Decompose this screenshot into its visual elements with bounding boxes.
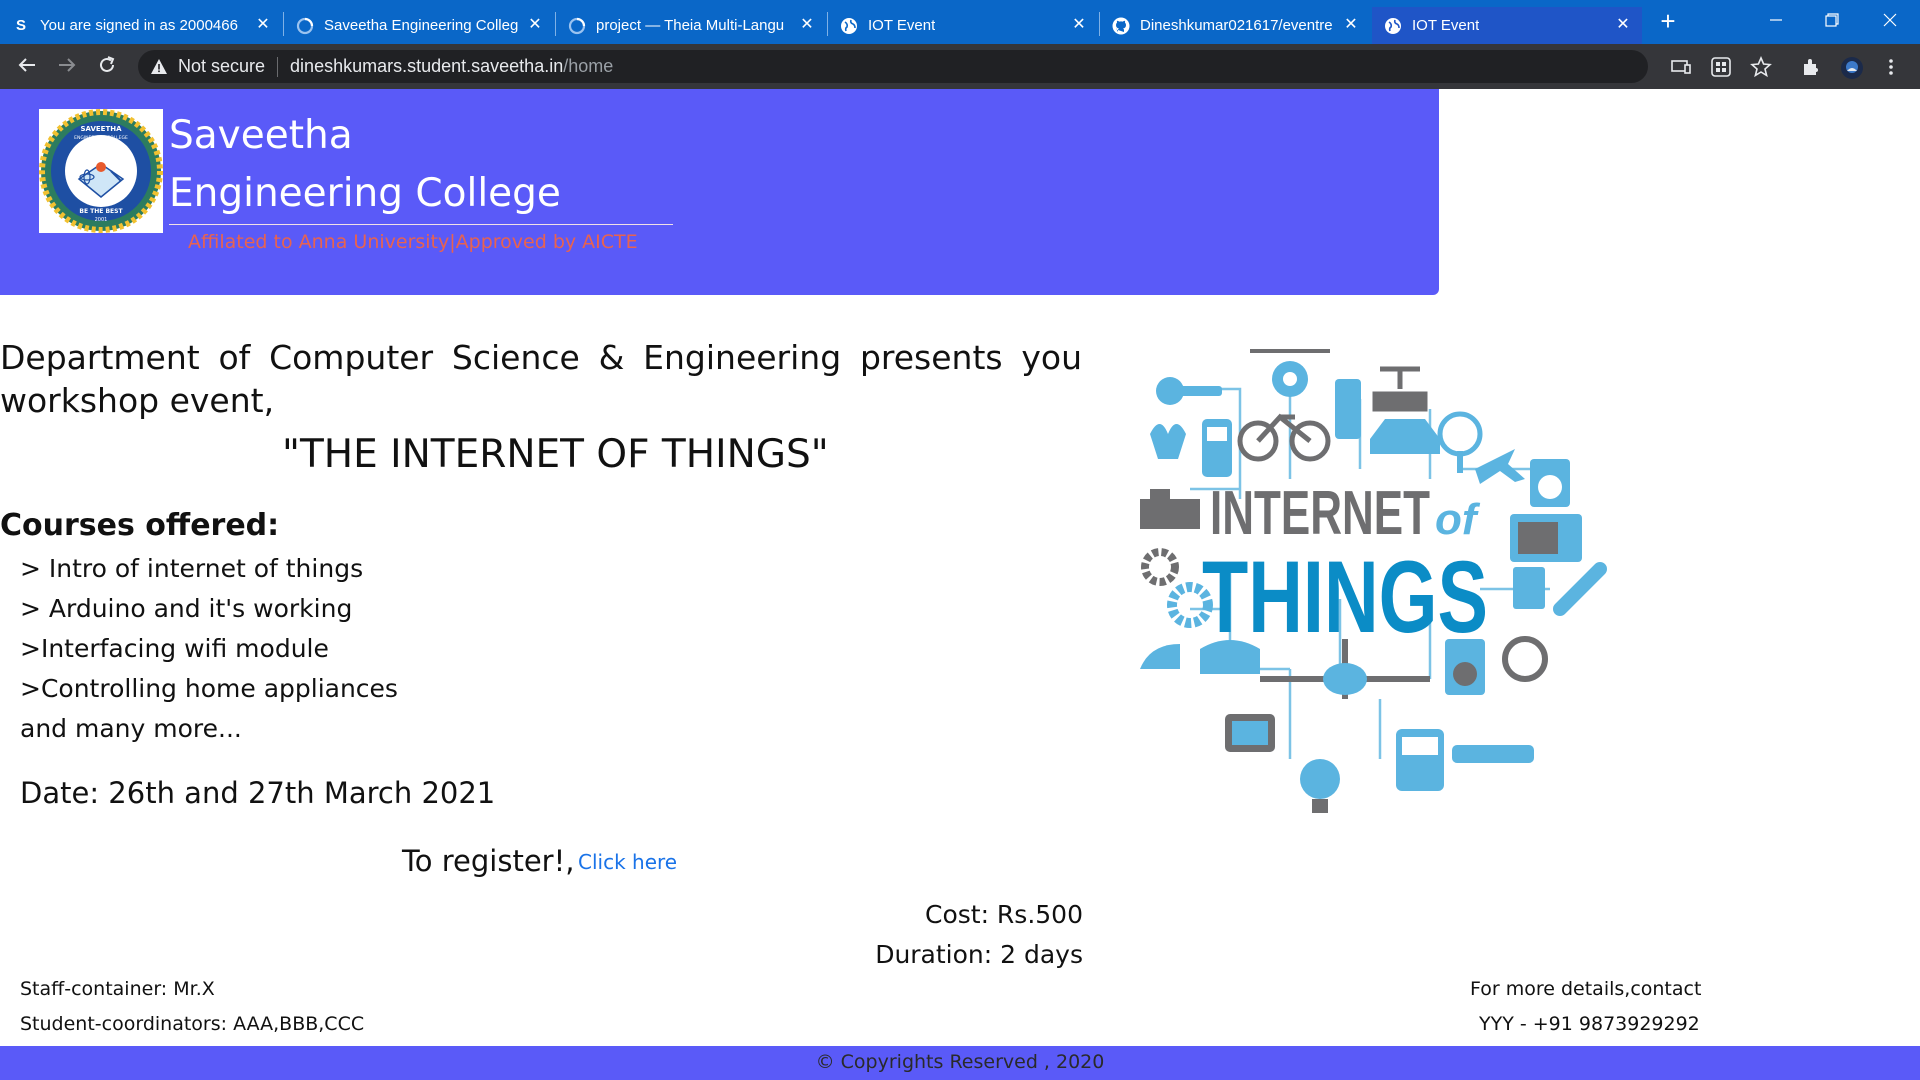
globe-icon bbox=[840, 17, 858, 35]
college-tagline: Affilated to Anna University|Approved by… bbox=[188, 231, 638, 253]
course-item: >Controlling home appliances bbox=[20, 674, 398, 703]
tab-title: project — Theia Multi-Langu bbox=[596, 17, 785, 34]
event-date: Date: 26th and 27th March 2021 bbox=[20, 776, 496, 810]
trash-icon bbox=[1513, 567, 1545, 609]
tab-title: Saveetha Engineering Colleg bbox=[324, 17, 519, 34]
tab-signed-in[interactable]: S You are signed in as 2000466 ✕ bbox=[0, 7, 282, 44]
s-letter-icon: S bbox=[15, 17, 26, 34]
header-divider bbox=[169, 224, 673, 225]
gear-icon bbox=[1141, 548, 1179, 586]
restore-button[interactable] bbox=[1804, 0, 1860, 40]
browser-tab-bar: S You are signed in as 2000466 ✕ Saveeth… bbox=[0, 0, 1920, 44]
url-path: /home bbox=[563, 56, 614, 76]
logo-year: 2001 bbox=[95, 217, 108, 223]
faucet-icon bbox=[1372, 366, 1428, 412]
tab-title: You are signed in as 2000466 bbox=[40, 17, 238, 34]
loading-icon bbox=[296, 17, 314, 35]
tab-iot-event[interactable]: IOT Event ✕ bbox=[828, 7, 1098, 44]
train-icon bbox=[1140, 489, 1200, 529]
browser-toolbar: Not secure dineshkumars.student.saveetha… bbox=[0, 44, 1920, 89]
iot-word-of: of bbox=[1435, 495, 1481, 544]
security-label[interactable]: Not secure bbox=[178, 56, 265, 77]
iot-illustration: INTERNET of THINGS bbox=[1130, 339, 1620, 859]
student-coordinators: Student-coordinators: AAA,BBB,CCC bbox=[20, 1013, 365, 1035]
tab-saveetha[interactable]: Saveetha Engineering Colleg ✕ bbox=[284, 7, 554, 44]
close-icon[interactable]: ✕ bbox=[1070, 16, 1088, 34]
plant-icon bbox=[1150, 424, 1186, 459]
intro-text: Department of Computer Science & Enginee… bbox=[0, 338, 1082, 420]
contact-phone: YYY - +91 9873929292 bbox=[1479, 1013, 1700, 1035]
register-link[interactable]: Click here bbox=[578, 847, 677, 877]
key-icon bbox=[1156, 377, 1184, 405]
fan-icon bbox=[1437, 411, 1483, 457]
close-icon[interactable]: ✕ bbox=[1342, 16, 1360, 34]
event-duration: Duration: 2 days bbox=[875, 940, 1083, 969]
college-logo: SAVEETHA ENGINEERING COLLEGE BE THE BEST… bbox=[39, 109, 163, 233]
site-header: SAVEETHA ENGINEERING COLLEGE BE THE BEST… bbox=[0, 89, 1439, 295]
remote-icon bbox=[1553, 562, 1607, 616]
tab-title: IOT Event bbox=[1412, 17, 1480, 34]
iot-word-internet: INTERNET bbox=[1210, 479, 1430, 548]
close-icon[interactable]: ✕ bbox=[798, 16, 816, 34]
event-cost: Cost: Rs.500 bbox=[924, 900, 1083, 929]
event-title: "THE INTERNET OF THINGS" bbox=[282, 432, 829, 477]
close-icon[interactable]: ✕ bbox=[526, 16, 544, 34]
iot-word-things: THINGS bbox=[1202, 540, 1488, 654]
reload-icon[interactable] bbox=[94, 54, 120, 80]
staff-info: Staff-container: Mr.X bbox=[20, 978, 215, 1000]
tab-title: Dineshkumar021617/eventre bbox=[1140, 17, 1333, 34]
url-host: dineshkumars.student.saveetha.in bbox=[290, 56, 564, 76]
omnibox-divider bbox=[277, 56, 279, 77]
site-footer: © Copyrights Reserved , 2020 bbox=[0, 1046, 1920, 1080]
globe-icon bbox=[1384, 17, 1402, 35]
forward-icon[interactable] bbox=[54, 54, 80, 80]
close-window-button[interactable] bbox=[1862, 0, 1918, 40]
tab-theia[interactable]: project — Theia Multi-Langu ✕ bbox=[556, 7, 826, 44]
more-details-label: For more details,contact bbox=[1470, 978, 1702, 1000]
minimize-button[interactable] bbox=[1748, 0, 1804, 40]
qr-code-icon[interactable] bbox=[1710, 56, 1732, 78]
cast-icon[interactable] bbox=[1670, 56, 1692, 78]
loading-icon bbox=[568, 17, 586, 35]
tab-iot-event-active[interactable]: IOT Event ✕ bbox=[1372, 7, 1642, 44]
course-item: > Intro of internet of things bbox=[20, 554, 364, 583]
logo-top-text: SAVEETHA bbox=[80, 125, 122, 133]
warning-icon bbox=[151, 58, 167, 74]
telephone-icon bbox=[1200, 640, 1260, 674]
tab-github[interactable]: Dineshkumar021617/eventre ✕ bbox=[1100, 7, 1370, 44]
drone-icon bbox=[1250, 349, 1330, 397]
menu-icon[interactable] bbox=[1880, 56, 1902, 78]
clock-icon bbox=[1502, 636, 1548, 682]
register-text: To register!, bbox=[402, 844, 575, 878]
star-icon[interactable] bbox=[1750, 55, 1772, 78]
college-name-line1: Saveetha bbox=[169, 113, 353, 158]
bicycle-icon bbox=[1237, 413, 1331, 462]
extensions-icon[interactable] bbox=[1800, 56, 1822, 78]
new-tab-button[interactable]: + bbox=[1655, 8, 1681, 34]
course-item: > Arduino and it's working bbox=[20, 594, 353, 623]
tab-title: IOT Event bbox=[868, 17, 936, 34]
close-icon[interactable]: ✕ bbox=[1614, 16, 1632, 34]
course-item: and many more... bbox=[20, 714, 242, 743]
close-icon[interactable]: ✕ bbox=[254, 16, 272, 34]
bulb-icon bbox=[1300, 759, 1340, 799]
courses-heading: Courses offered: bbox=[0, 508, 280, 543]
plane-icon bbox=[1475, 449, 1525, 484]
page-content: SAVEETHA ENGINEERING COLLEGE BE THE BEST… bbox=[0, 89, 1920, 1080]
college-name-line2: Engineering College bbox=[169, 171, 561, 216]
address-bar[interactable]: Not secure dineshkumars.student.saveetha… bbox=[138, 50, 1648, 83]
avatar[interactable] bbox=[1840, 56, 1863, 79]
course-item: >Interfacing wifi module bbox=[20, 634, 329, 663]
github-icon bbox=[1112, 17, 1130, 35]
logo-motto: BE THE BEST bbox=[79, 208, 123, 215]
router-icon bbox=[1452, 745, 1534, 763]
speaker-icon bbox=[1335, 379, 1361, 439]
back-icon[interactable] bbox=[14, 54, 40, 80]
logo-sub-text: ENGINEERING COLLEGE bbox=[74, 135, 128, 141]
iron-icon bbox=[1140, 644, 1180, 669]
